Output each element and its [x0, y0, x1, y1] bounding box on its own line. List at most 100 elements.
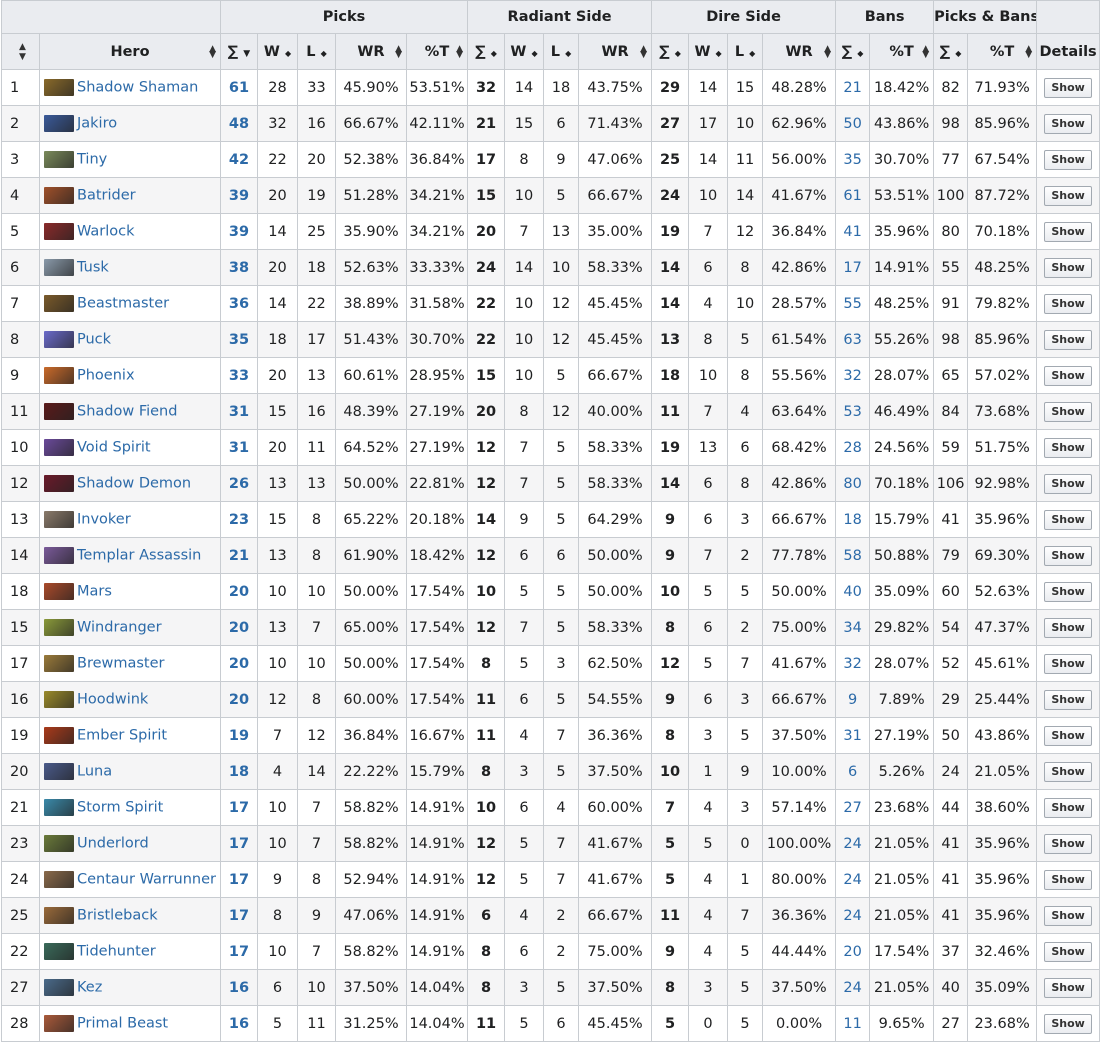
picks-total-link[interactable]: 17: [229, 872, 249, 888]
show-details-button[interactable]: Show: [1044, 509, 1092, 530]
hero-portrait-icon[interactable]: [44, 79, 74, 96]
bans-total-link[interactable]: 18: [843, 512, 861, 528]
picks-total-link[interactable]: 39: [229, 224, 249, 240]
picks-total-link[interactable]: 38: [229, 260, 249, 276]
picks-total-link[interactable]: 26: [229, 476, 249, 492]
hero-link[interactable]: Jakiro: [77, 116, 117, 132]
col-picks-w[interactable]: W ◆: [257, 33, 298, 70]
picks-total-link[interactable]: 31: [229, 440, 249, 456]
show-details-button[interactable]: Show: [1044, 1013, 1092, 1034]
show-details-button[interactable]: Show: [1044, 617, 1092, 638]
show-details-button[interactable]: Show: [1044, 941, 1092, 962]
sort-icon[interactable]: ▲ ▼: [922, 44, 929, 59]
hero-portrait-icon[interactable]: [44, 799, 74, 816]
bans-total-link[interactable]: 32: [843, 656, 861, 672]
col-bans-total[interactable]: ∑ ◆: [835, 33, 871, 70]
hero-portrait-icon[interactable]: [44, 619, 74, 636]
hero-portrait-icon[interactable]: [44, 1015, 74, 1032]
show-details-button[interactable]: Show: [1044, 797, 1092, 818]
sort-icon[interactable]: ◆: [749, 49, 755, 58]
col-rank[interactable]: ▲ ▼: [1, 33, 40, 70]
hero-portrait-icon[interactable]: [44, 583, 74, 600]
bans-total-link[interactable]: 9: [848, 692, 857, 708]
hero-portrait-icon[interactable]: [44, 331, 74, 348]
hero-link[interactable]: Centaur Warrunner: [77, 872, 216, 888]
hero-link[interactable]: Phoenix: [77, 368, 135, 384]
hero-link[interactable]: Tiny: [77, 152, 107, 168]
hero-portrait-icon[interactable]: [44, 943, 74, 960]
hero-portrait-icon[interactable]: [44, 763, 74, 780]
hero-portrait-icon[interactable]: [44, 223, 74, 240]
show-details-button[interactable]: Show: [1044, 977, 1092, 998]
show-details-button[interactable]: Show: [1044, 545, 1092, 566]
col-pb-pct[interactable]: %T ▲ ▼: [967, 33, 1038, 70]
picks-total-link[interactable]: 33: [229, 368, 249, 384]
hero-link[interactable]: Kez: [77, 980, 102, 996]
show-details-button[interactable]: Show: [1044, 113, 1092, 134]
sort-icon[interactable]: ◆: [285, 49, 291, 58]
show-details-button[interactable]: Show: [1044, 149, 1092, 170]
sort-icon[interactable]: ▲ ▼: [824, 44, 831, 59]
picks-total-link[interactable]: 42: [229, 152, 249, 168]
show-details-button[interactable]: Show: [1044, 689, 1092, 710]
hero-link[interactable]: Invoker: [77, 512, 131, 528]
picks-total-link[interactable]: 16: [229, 980, 249, 996]
hero-link[interactable]: Tidehunter: [77, 944, 156, 960]
hero-portrait-icon[interactable]: [44, 151, 74, 168]
bans-total-link[interactable]: 20: [843, 944, 861, 960]
show-details-button[interactable]: Show: [1044, 185, 1092, 206]
col-dire-w[interactable]: W ◆: [688, 33, 729, 70]
picks-total-link[interactable]: 35: [229, 332, 249, 348]
bans-total-link[interactable]: 32: [843, 368, 861, 384]
picks-total-link[interactable]: 20: [229, 584, 249, 600]
bans-total-link[interactable]: 27: [843, 800, 861, 816]
hero-portrait-icon[interactable]: [44, 511, 74, 528]
col-dire-l[interactable]: L ◆: [727, 33, 764, 70]
hero-link[interactable]: Shadow Demon: [77, 476, 191, 492]
picks-total-link[interactable]: 16: [229, 1016, 249, 1032]
sort-icon[interactable]: ▲ ▼: [19, 42, 26, 62]
bans-total-link[interactable]: 50: [843, 116, 861, 132]
hero-portrait-icon[interactable]: [44, 259, 74, 276]
hero-portrait-icon[interactable]: [44, 979, 74, 996]
hero-portrait-icon[interactable]: [44, 655, 74, 672]
hero-link[interactable]: Shadow Shaman: [77, 80, 198, 96]
col-radiant-total[interactable]: ∑ ◆: [467, 33, 506, 70]
hero-link[interactable]: Bristleback: [77, 908, 158, 924]
hero-portrait-icon[interactable]: [44, 403, 74, 420]
hero-portrait-icon[interactable]: [44, 367, 74, 384]
show-details-button[interactable]: Show: [1044, 437, 1092, 458]
hero-link[interactable]: Underlord: [77, 836, 149, 852]
bans-total-link[interactable]: 40: [843, 584, 861, 600]
hero-portrait-icon[interactable]: [44, 475, 74, 492]
hero-portrait-icon[interactable]: [44, 115, 74, 132]
show-details-button[interactable]: Show: [1044, 365, 1092, 386]
picks-total-link[interactable]: 31: [229, 404, 249, 420]
picks-total-link[interactable]: 20: [229, 656, 249, 672]
bans-total-link[interactable]: 53: [843, 404, 861, 420]
bans-total-link[interactable]: 55: [843, 296, 861, 312]
bans-total-link[interactable]: 24: [843, 980, 861, 996]
bans-total-link[interactable]: 21: [843, 80, 861, 96]
hero-link[interactable]: Windranger: [77, 620, 162, 636]
show-details-button[interactable]: Show: [1044, 581, 1092, 602]
show-details-button[interactable]: Show: [1044, 329, 1092, 350]
hero-link[interactable]: Primal Beast: [77, 1016, 168, 1032]
hero-portrait-icon[interactable]: [44, 727, 74, 744]
sort-icon[interactable]: ▲ ▼: [456, 44, 463, 59]
picks-total-link[interactable]: 48: [229, 116, 249, 132]
sort-icon[interactable]: ◆: [675, 49, 681, 58]
hero-portrait-icon[interactable]: [44, 871, 74, 888]
sort-icon[interactable]: ◆: [531, 49, 537, 58]
bans-total-link[interactable]: 24: [843, 836, 861, 852]
hero-link[interactable]: Tusk: [77, 260, 109, 276]
bans-total-link[interactable]: 24: [843, 872, 861, 888]
sort-icon[interactable]: ◆: [857, 49, 863, 58]
col-picks-total[interactable]: ∑ ▼: [220, 33, 258, 70]
picks-total-link[interactable]: 17: [229, 800, 249, 816]
hero-portrait-icon[interactable]: [44, 547, 74, 564]
show-details-button[interactable]: Show: [1044, 401, 1092, 422]
picks-total-link[interactable]: 39: [229, 188, 249, 204]
col-pb-total[interactable]: ∑ ◆: [933, 33, 969, 70]
bans-total-link[interactable]: 17: [843, 260, 861, 276]
